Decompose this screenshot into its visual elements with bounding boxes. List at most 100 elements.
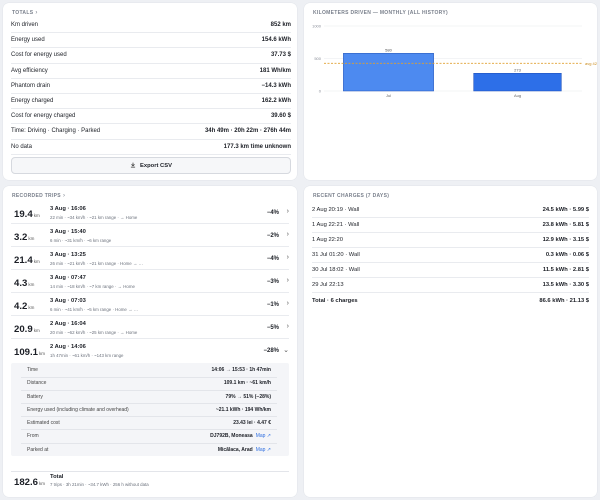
charge-value: 13.5 kWh · 3.30 $ bbox=[542, 282, 589, 288]
trip-detail-label: Parked at bbox=[27, 446, 49, 453]
trips-card: RECORDED TRIPS › 19.4km 3 Aug · 16:06 22… bbox=[3, 186, 297, 497]
charge-label: 30 Jul 18:02 · Wall bbox=[312, 267, 360, 273]
chevron-right-icon: › bbox=[286, 277, 289, 284]
charge-label: 2 Aug 20:19 · Wall bbox=[312, 207, 360, 213]
charges-card: RECENT CHARGES (7 DAYS) 2 Aug 20:19 · Wa… bbox=[304, 186, 597, 497]
trips-total-distance: 182.6 bbox=[14, 477, 39, 488]
chevron-down-icon: ⌄ bbox=[283, 347, 289, 354]
totals-row: No data 177.3 km time unknown bbox=[11, 140, 291, 155]
charge-row[interactable]: 2 Aug 20:19 · Wall 24.5 kWh · 5.99 $ bbox=[312, 203, 589, 218]
bar bbox=[473, 73, 562, 92]
trip-detail-label: Distance bbox=[27, 380, 47, 387]
totals-row: Cost for energy used 37.73 $ bbox=[11, 48, 291, 64]
charge-label: 29 Jul 22:13 bbox=[312, 282, 344, 288]
export-csv-label: Export CSV bbox=[140, 162, 172, 169]
totals-row-value: 852 km bbox=[270, 22, 291, 29]
trip-distance-unit: km bbox=[39, 351, 46, 356]
trip-distance: 20.9 bbox=[14, 324, 33, 335]
y-tick-label: 500 bbox=[314, 56, 321, 61]
trip-summary: 26 min · ~21 km/h · ~21 km range · Home … bbox=[50, 261, 143, 266]
trip-summary: 22 min · ~34 km/h · ~21 km range · → Hom… bbox=[50, 215, 138, 220]
trip-battery-change: −2% bbox=[266, 233, 279, 239]
trip-battery-change: −4% bbox=[266, 210, 279, 216]
trip-row[interactable]: 19.4km 3 Aug · 16:06 22 min · ~34 km/h ·… bbox=[11, 202, 289, 224]
charge-row[interactable]: 1 Aug 22:21 · Wall 23.8 kWh · 5.81 $ bbox=[312, 218, 589, 233]
trip-datetime: 2 Aug · 16:04 bbox=[50, 321, 86, 327]
y-tick-label: 1000 bbox=[312, 24, 322, 29]
trip-detail-label: Estimated cost bbox=[27, 420, 60, 427]
trip-detail-value: 79% → 51% (−28%) bbox=[225, 393, 271, 400]
chevron-right-icon: › bbox=[35, 10, 38, 16]
trip-detail-row: Battery 79% → 51% (−28%) bbox=[21, 390, 277, 404]
totals-title: TOTALS bbox=[12, 10, 34, 16]
trip-row[interactable]: 3.2km 3 Aug · 15:40 6 min · ~31 km/h · ~… bbox=[11, 225, 289, 247]
map-link[interactable]: Map ↗ bbox=[256, 447, 271, 453]
trip-distance-unit: km bbox=[33, 213, 40, 218]
trip-detail-row: Energy used (including climate and overh… bbox=[21, 404, 277, 418]
totals-row-label: Energy charged bbox=[11, 98, 54, 105]
charges-total-row: Total · 6 charges 86.6 kWh · 21.13 $ bbox=[312, 293, 589, 308]
bar-value-label: 273 bbox=[514, 67, 521, 72]
trip-summary: 20 min · ~62 km/h · ~25 km range · → Hom… bbox=[50, 330, 138, 335]
trip-distance-unit: km bbox=[28, 305, 35, 310]
totals-row-label: Time: Driving · Charging · Parked bbox=[11, 128, 101, 135]
x-tick-label: Aug bbox=[514, 93, 521, 98]
charge-value: 11.5 kWh · 2.81 $ bbox=[542, 267, 589, 273]
charge-row[interactable]: 31 Jul 01:20 · Wall 0.3 kWh · 0.06 $ bbox=[312, 248, 589, 263]
trip-distance: 3.2 bbox=[14, 232, 28, 243]
trips-header[interactable]: RECORDED TRIPS › bbox=[12, 193, 65, 199]
charge-value: 0.3 kWh · 0.06 $ bbox=[545, 252, 589, 258]
charge-value: 23.8 kWh · 5.81 $ bbox=[542, 222, 589, 228]
charge-row[interactable]: 1 Aug 22:20 12.9 kWh · 3.15 $ bbox=[312, 233, 589, 248]
trip-distance-unit: km bbox=[28, 282, 35, 287]
charge-label: 1 Aug 22:20 bbox=[312, 237, 343, 243]
map-link[interactable]: Map ↗ bbox=[256, 433, 271, 439]
trip-row[interactable]: 4.2km 3 Aug · 07:03 6 min · ~41 km/h · ~… bbox=[11, 294, 289, 316]
trip-datetime: 3 Aug · 15:40 bbox=[50, 229, 86, 235]
trip-detail-label: Battery bbox=[27, 393, 43, 400]
trip-summary: 6 min · ~41 km/h · ~5 km range · Home → … bbox=[50, 307, 139, 312]
trip-datetime: 3 Aug · 07:03 bbox=[50, 298, 86, 304]
km-chart-card: KILOMETERS DRIVEN — MONTHLY (ALL HISTORY… bbox=[304, 3, 597, 180]
trip-detail-label: From bbox=[27, 433, 39, 440]
totals-row-value: −14.3 kWh bbox=[261, 82, 291, 89]
trip-distance: 21.4 bbox=[14, 255, 33, 266]
totals-row-label: No data bbox=[11, 143, 33, 150]
charge-row[interactable]: 29 Jul 22:13 13.5 kWh · 3.30 $ bbox=[312, 278, 589, 293]
totals-row-value: 181 Wh/km bbox=[259, 67, 291, 74]
charge-row[interactable]: 30 Jul 18:02 · Wall 11.5 kWh · 2.81 $ bbox=[312, 263, 589, 278]
charges-title: RECENT CHARGES (7 DAYS) bbox=[313, 193, 390, 199]
totals-row: Km driven 852 km bbox=[11, 18, 291, 34]
trips-total-summary: 7 trips · 3h 21min · ~34.7 kWh · 256 h w… bbox=[50, 482, 149, 487]
trips-total-row: 182.6km Total 7 trips · 3h 21min · ~34.7… bbox=[11, 471, 289, 491]
charges-total-label: Total · 6 charges bbox=[312, 297, 358, 304]
totals-row: Energy used 154.6 kWh bbox=[11, 33, 291, 49]
totals-row: Phantom drain −14.3 kWh bbox=[11, 79, 291, 94]
trip-datetime: 3 Aug · 16:06 bbox=[50, 206, 86, 212]
totals-row: Avg efficiency 181 Wh/km bbox=[11, 64, 291, 79]
trip-distance: 19.4 bbox=[14, 209, 33, 220]
totals-row: Cost for energy charged 39.60 $ bbox=[11, 109, 291, 125]
trip-row[interactable]: 21.4km 3 Aug · 13:25 26 min · ~21 km/h ·… bbox=[11, 248, 289, 270]
trip-row[interactable]: 4.3km 3 Aug · 07:47 14 min · ~18 km/h · … bbox=[11, 271, 289, 293]
trip-datetime: 2 Aug · 14:06 bbox=[50, 344, 86, 350]
trip-row[interactable]: 20.9km 2 Aug · 16:04 20 min · ~62 km/h ·… bbox=[11, 317, 289, 339]
x-tick-label: Jul bbox=[386, 93, 391, 98]
trip-row[interactable]: 109.1km 2 Aug · 14:06 1h 47min · ~61 km/… bbox=[11, 340, 289, 362]
totals-header[interactable]: TOTALS › bbox=[12, 10, 37, 16]
trip-datetime: 3 Aug · 13:25 bbox=[50, 252, 86, 258]
trip-distance: 109.1 bbox=[14, 347, 39, 358]
totals-row-label: Phantom drain bbox=[11, 82, 51, 89]
trips-total-unit: km bbox=[39, 481, 46, 486]
trip-detail-value: 14:06 → 15:53 · 1h 47min bbox=[211, 367, 271, 374]
charges-total-value: 86.6 kWh · 21.13 $ bbox=[539, 297, 589, 304]
trip-summary: 6 min · ~31 km/h · ~6 km range bbox=[50, 238, 112, 243]
trip-battery-change: −4% bbox=[266, 256, 279, 262]
chevron-right-icon: › bbox=[286, 300, 289, 307]
trip-battery-change: −1% bbox=[266, 302, 279, 308]
export-csv-button[interactable]: Export CSV bbox=[11, 157, 291, 174]
trip-battery-change: −5% bbox=[266, 325, 279, 331]
trip-detail-label: Time bbox=[27, 367, 38, 374]
trip-detail-label: Energy used (including climate and overh… bbox=[27, 406, 129, 413]
trip-detail-row: Time 14:06 → 15:53 · 1h 47min bbox=[21, 364, 277, 378]
